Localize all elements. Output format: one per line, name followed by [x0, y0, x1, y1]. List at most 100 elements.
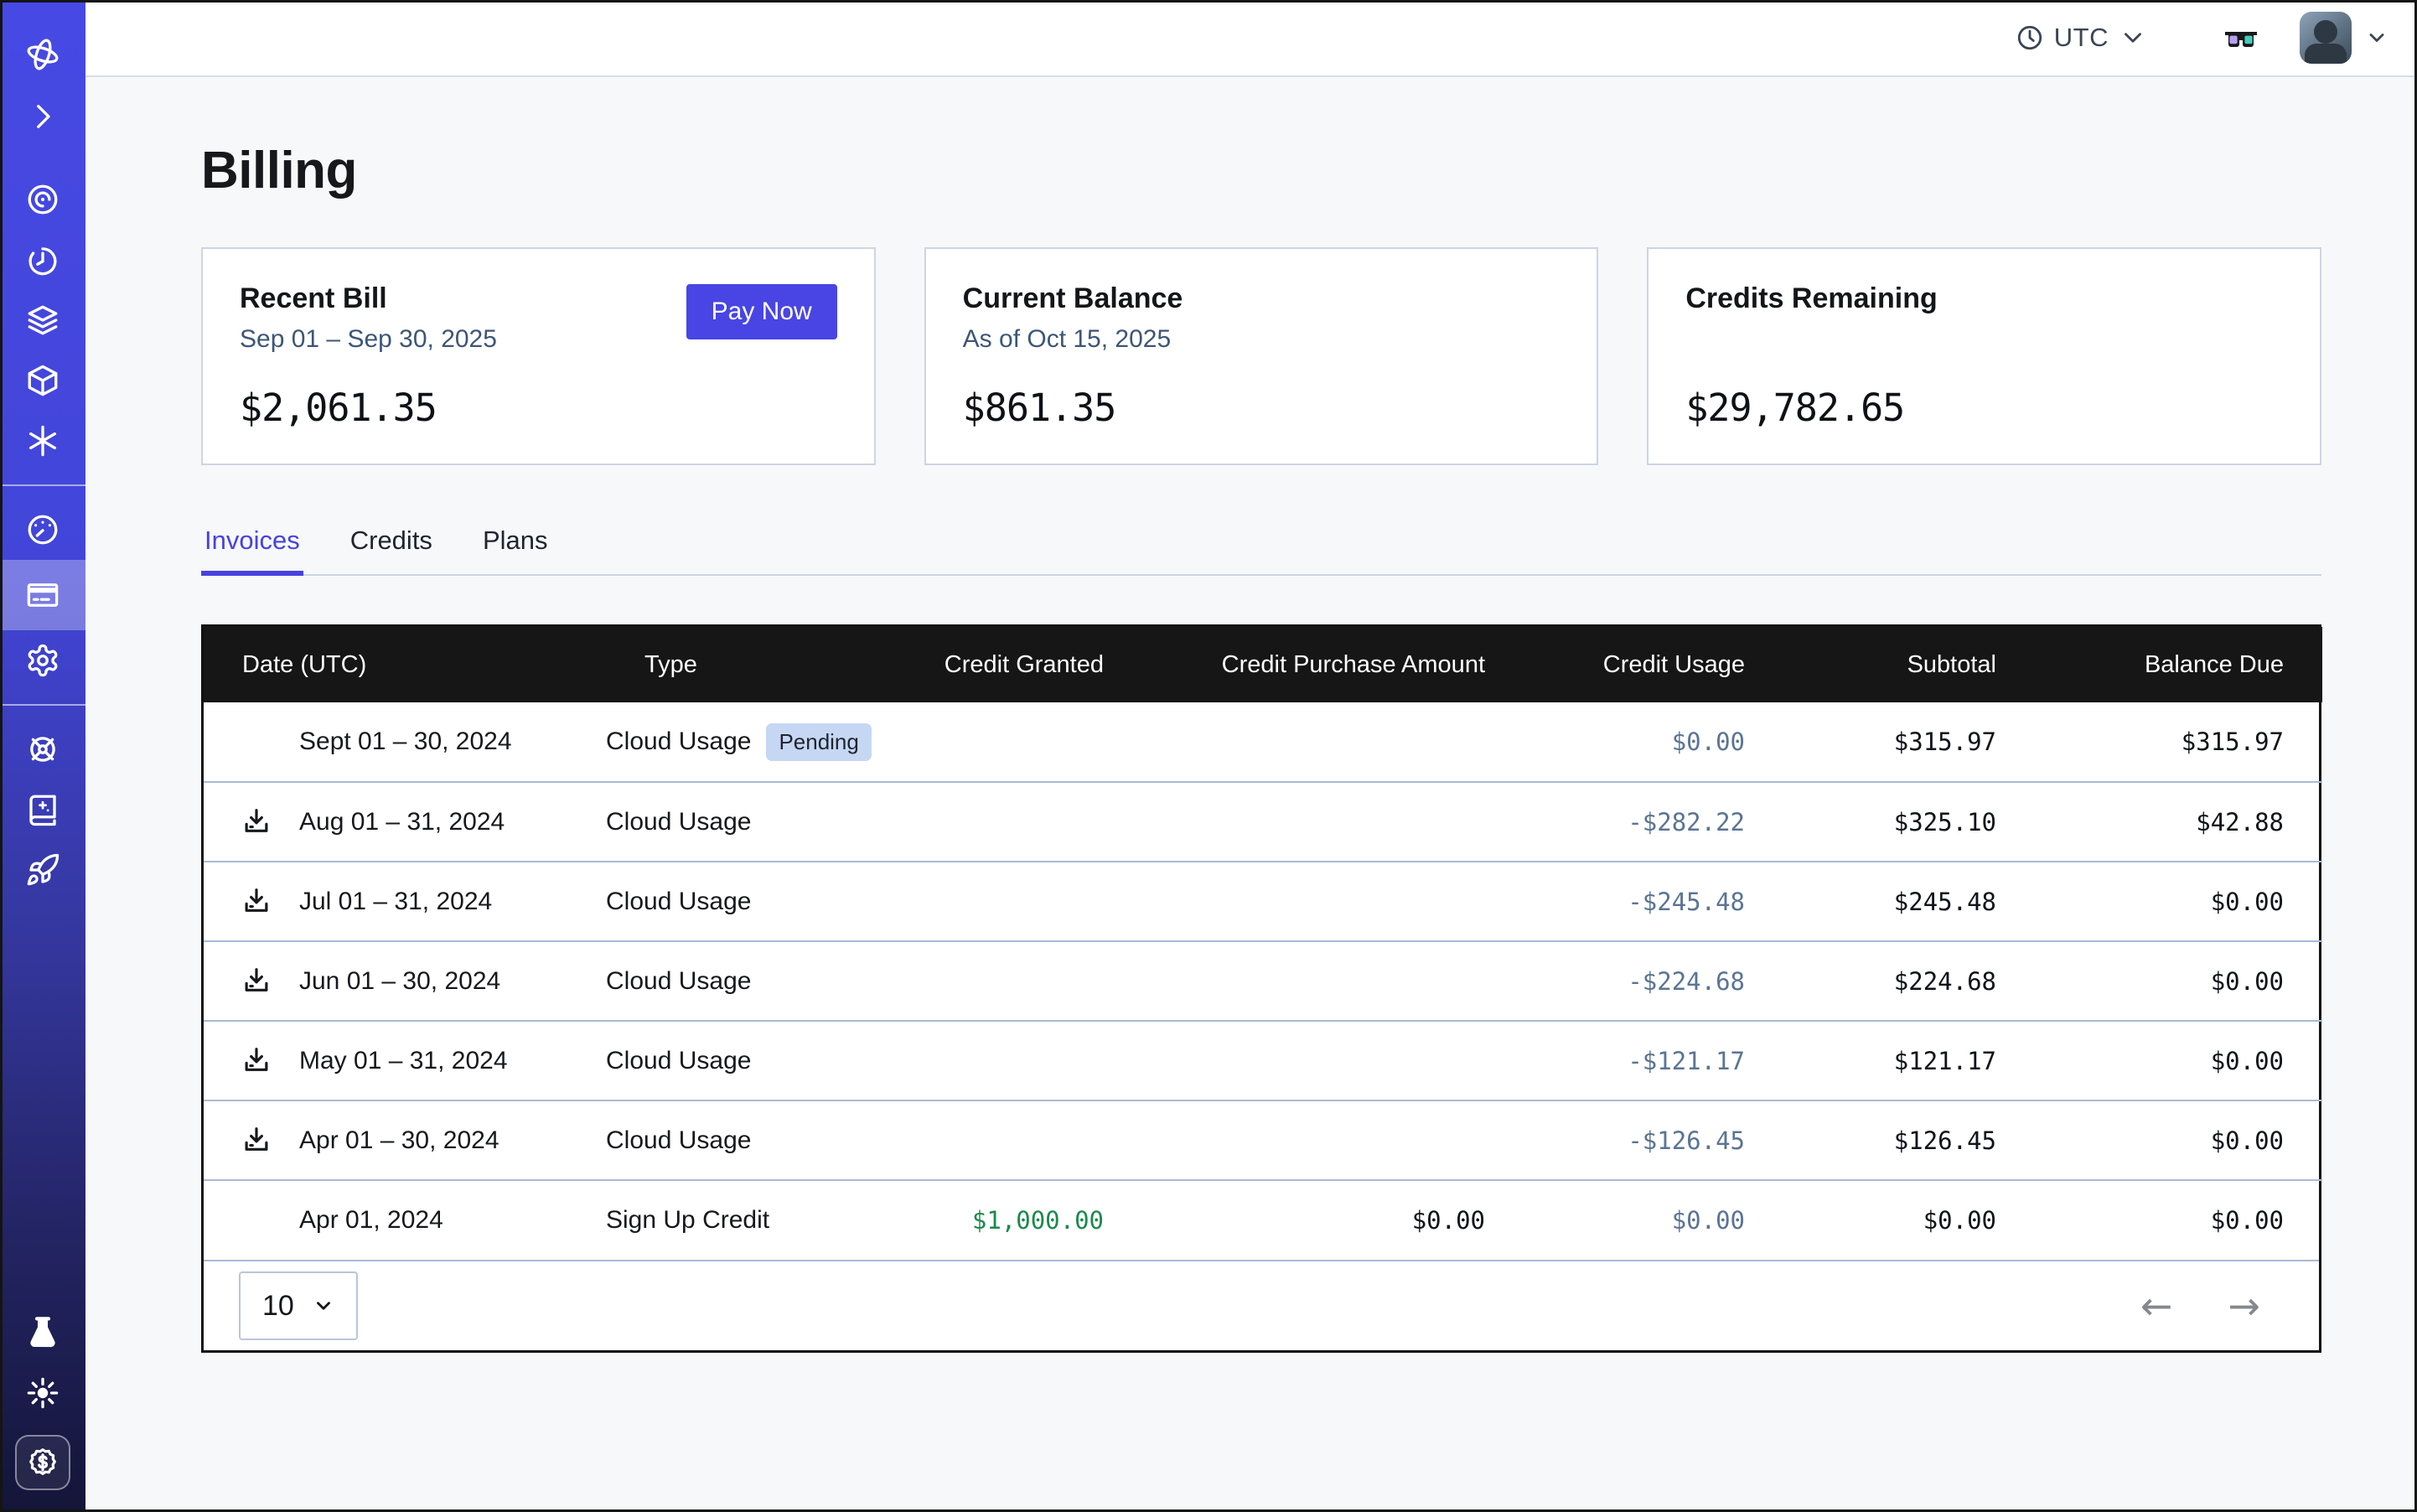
clock-icon — [2016, 23, 2044, 52]
tab-invoices[interactable]: Invoices — [201, 526, 303, 574]
recent-bill-amount: $2,061.35 — [240, 386, 837, 430]
credit-granted — [933, 1100, 1142, 1180]
balance-due: $315.97 — [2035, 702, 2322, 782]
collapse-chevron-icon[interactable] — [0, 87, 85, 146]
credits-coin-button[interactable] — [15, 1435, 70, 1490]
tab-credits[interactable]: Credits — [347, 526, 436, 574]
sidebar-item-labs-flask[interactable] — [0, 1302, 85, 1363]
invoice-type: Cloud Usage — [606, 1126, 751, 1155]
credits-subtitle — [1685, 325, 2283, 357]
invoice-period: Jul 01 – 31, 2024 — [299, 888, 492, 916]
col-credit-granted: Credit Granted — [933, 627, 1142, 702]
logo-orbit-icon[interactable] — [0, 22, 85, 87]
credit-usage: -$121.17 — [1524, 1021, 1783, 1100]
sidebar-divider — [0, 704, 85, 706]
sidebar-item-settings[interactable] — [0, 630, 85, 691]
credit-purchase — [1142, 1100, 1524, 1180]
page-size-value: 10 — [262, 1290, 294, 1323]
balance-due: $0.00 — [2035, 1180, 2322, 1260]
card-title: Current Balance — [963, 282, 1560, 315]
sidebar-item-asterisk[interactable] — [0, 411, 85, 471]
invoice-type: Cloud Usage — [606, 1047, 751, 1075]
subtotal: $224.68 — [1783, 941, 2035, 1021]
credit-purchase — [1142, 862, 1524, 941]
download-icon — [241, 1125, 272, 1157]
sidebar-item-theme-sun[interactable] — [0, 1363, 85, 1423]
recent-bill-card: Recent Bill Sep 01 – Sep 30, 2025 $2,061… — [201, 247, 876, 465]
sidebar-item-rocket[interactable] — [0, 840, 85, 900]
prev-page-button[interactable]: ← — [2140, 1287, 2173, 1325]
sidebar-item-radar[interactable] — [0, 169, 85, 230]
goggles-icon[interactable] — [2221, 18, 2261, 58]
sidebar-item-usage-gauge[interactable] — [0, 500, 85, 560]
invoice-type: Cloud Usage — [606, 888, 751, 916]
next-page-button[interactable]: → — [2228, 1287, 2260, 1325]
credit-usage: -$245.48 — [1524, 862, 1783, 941]
credit-usage: $0.00 — [1524, 702, 1783, 782]
table-header-row: Date (UTC) Type Credit Granted Credit Pu… — [204, 627, 2322, 702]
table-row: Aug 01 – 31, 2024 Cloud Usage -$282.22 $… — [204, 782, 2322, 862]
subtotal: $325.10 — [1783, 782, 2035, 862]
download-invoice-button[interactable] — [241, 1125, 272, 1157]
invoices-table: Date (UTC) Type Credit Granted Credit Pu… — [201, 624, 2321, 1353]
col-credit-purchase: Credit Purchase Amount — [1142, 627, 1524, 702]
chevron-down-icon — [2365, 26, 2389, 49]
subtotal: $0.00 — [1783, 1180, 2035, 1260]
credit-purchase — [1142, 782, 1524, 862]
invoice-type: Cloud Usage — [606, 967, 751, 996]
table-row: Sept 01 – 30, 2024 Cloud Usage Pending $0… — [204, 702, 2322, 782]
page-size-select[interactable]: 10 — [239, 1271, 358, 1340]
table-row: Jul 01 – 31, 2024 Cloud Usage -$245.48 $… — [204, 862, 2322, 941]
invoice-type: Sign Up Credit — [606, 1206, 769, 1235]
sidebar-item-docs-book[interactable] — [0, 779, 85, 840]
sidebar-item-helm[interactable] — [0, 719, 85, 779]
download-icon — [241, 1045, 272, 1077]
billing-tabs: Invoices Credits Plans — [201, 526, 2321, 576]
app-root: UTC Billing Recent Bill Sep 01 – Sep 30,… — [0, 0, 2417, 1512]
credit-purchase — [1142, 941, 1524, 1021]
sidebar-item-cube[interactable] — [0, 350, 85, 411]
balance-as-of: As of Oct 15, 2025 — [963, 325, 1560, 357]
subtotal: $315.97 — [1783, 702, 2035, 782]
credit-granted: $1,000.00 — [933, 1180, 1142, 1260]
table-row: May 01 – 31, 2024 Cloud Usage -$121.17 $… — [204, 1021, 2322, 1100]
status-badge: Pending — [766, 723, 871, 761]
sidebar-item-timer[interactable] — [0, 230, 85, 290]
download-icon — [241, 806, 272, 838]
download-invoice-button[interactable] — [241, 1045, 272, 1077]
balance-due: $0.00 — [2035, 862, 2322, 941]
current-balance-amount: $861.35 — [963, 386, 1560, 430]
credit-granted — [933, 941, 1142, 1021]
table-row: Apr 01 – 30, 2024 Cloud Usage -$126.45 $… — [204, 1100, 2322, 1180]
page-title: Billing — [201, 141, 2321, 200]
subtotal: $245.48 — [1783, 862, 2035, 941]
sidebar-item-billing[interactable] — [0, 560, 85, 630]
sidebar-divider — [0, 484, 85, 486]
table-pagination: 10 ← → — [204, 1260, 2319, 1350]
col-type: Type — [606, 627, 933, 702]
download-icon — [241, 886, 272, 918]
download-invoice-button[interactable] — [241, 966, 272, 997]
invoice-type: Cloud Usage — [606, 728, 751, 756]
topbar: UTC — [85, 0, 2417, 77]
download-invoice-button[interactable] — [241, 886, 272, 918]
avatar[interactable] — [2300, 12, 2352, 64]
credit-usage: -$224.68 — [1524, 941, 1783, 1021]
sidebar-item-layers[interactable] — [0, 290, 85, 350]
invoice-period: May 01 – 31, 2024 — [299, 1047, 508, 1075]
pay-now-button[interactable]: Pay Now — [686, 284, 837, 339]
col-balance-due: Balance Due — [2035, 627, 2322, 702]
credit-granted — [933, 862, 1142, 941]
tab-plans[interactable]: Plans — [479, 526, 551, 574]
timezone-selector[interactable]: UTC — [2016, 23, 2147, 53]
invoice-period: Sept 01 – 30, 2024 — [299, 728, 512, 756]
col-subtotal: Subtotal — [1783, 627, 2035, 702]
invoice-type: Cloud Usage — [606, 808, 751, 836]
download-icon — [241, 966, 272, 997]
invoice-period: Jun 01 – 30, 2024 — [299, 967, 500, 996]
timezone-label: UTC — [2054, 23, 2109, 53]
credit-granted — [933, 782, 1142, 862]
credit-purchase — [1142, 1021, 1524, 1100]
account-menu-chevron[interactable] — [2365, 26, 2389, 49]
download-invoice-button[interactable] — [241, 806, 272, 838]
